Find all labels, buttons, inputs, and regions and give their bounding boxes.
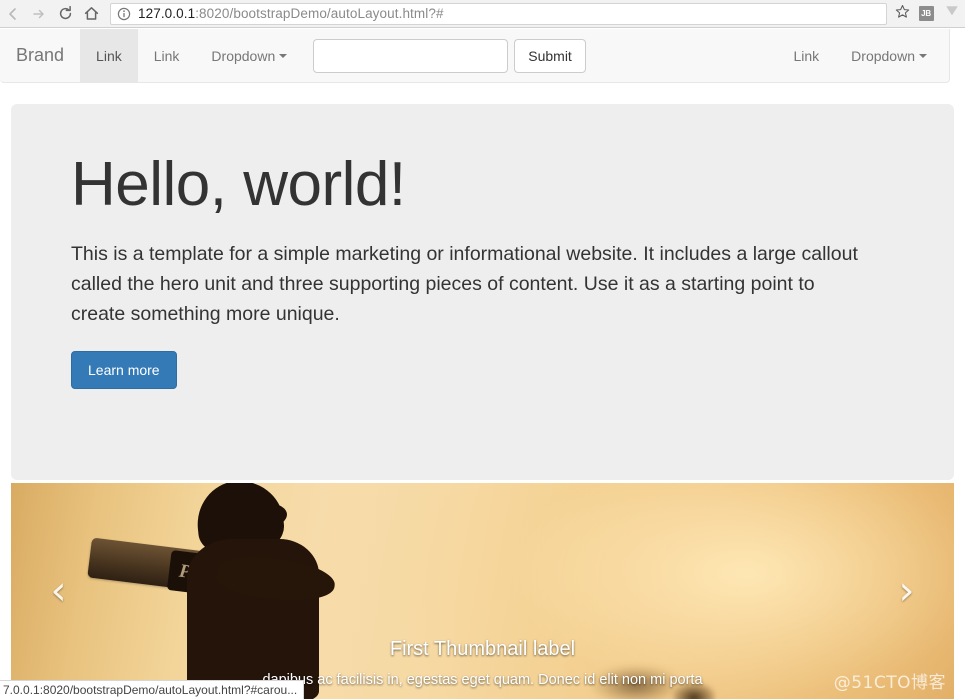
nav-item-label: Link	[153, 47, 180, 64]
url-path: :8020/bootstrapDemo/autoLayout.html?#	[195, 6, 444, 21]
extension-jetbrains-button[interactable]: JB	[913, 6, 939, 21]
search-input[interactable]	[313, 38, 509, 73]
address-bar-text: 127.0.0.1:8020/bootstrapDemo/autoLayout.…	[138, 6, 444, 21]
url-host: 127.0.0.1	[138, 6, 196, 21]
reload-button[interactable]	[52, 1, 78, 27]
nav-item-label: Link	[793, 47, 820, 64]
status-bar: 7.0.0.1:8020/bootstrapDemo/autoLayout.ht…	[0, 680, 305, 699]
jumbotron: Hello, world! This is a template for a s…	[11, 104, 954, 480]
scrollbar-gutter[interactable]	[954, 29, 965, 699]
nav-item-label: Dropdown	[211, 47, 276, 64]
nav-item-label: Dropdown	[851, 47, 915, 64]
bookmark-star-icon	[895, 4, 910, 24]
nav-item-link-1[interactable]: Link	[80, 29, 138, 82]
jumbotron-description: This is a template for a simple marketin…	[71, 243, 858, 326]
learn-more-button[interactable]: Learn more	[71, 351, 177, 390]
bookmark-button[interactable]	[891, 4, 913, 24]
back-button[interactable]	[0, 1, 26, 27]
home-icon	[83, 5, 100, 22]
chevron-right-icon: ›	[898, 568, 915, 614]
carousel-caption-title: First Thumbnail label	[389, 638, 576, 661]
watermark: @51CTO博客	[833, 673, 946, 693]
back-arrow-icon	[5, 6, 21, 22]
forward-button[interactable]	[26, 1, 52, 27]
jb-extension-icon: JB	[918, 6, 934, 21]
submit-button[interactable]: Submit	[514, 38, 586, 73]
forward-arrow-icon	[31, 6, 47, 22]
navbar-brand[interactable]: Brand	[0, 29, 80, 82]
nav-item-label: Link	[96, 47, 122, 64]
nav-item-link-2[interactable]: Link	[138, 29, 196, 82]
carousel: Penta ‹ › First Thumbnail label dapibus …	[11, 483, 954, 699]
reload-icon	[57, 5, 74, 22]
v-chevron-icon	[943, 2, 961, 25]
page-info-icon[interactable]	[117, 7, 131, 21]
chevron-down-icon	[919, 53, 927, 58]
page-viewport: Brand Link Link Dropdown Submit Link Dro…	[0, 29, 965, 699]
browser-chrome: 127.0.0.1:8020/bootstrapDemo/autoLayout.…	[0, 0, 965, 28]
home-button[interactable]	[78, 1, 104, 27]
address-bar[interactable]: 127.0.0.1:8020/bootstrapDemo/autoLayout.…	[110, 2, 887, 25]
navbar: Brand Link Link Dropdown Submit Link Dro…	[0, 29, 950, 83]
nav-item-dropdown-right[interactable]: Dropdown	[835, 29, 943, 82]
navbar-right-group: Link Dropdown	[777, 29, 949, 82]
nav-item-link-right[interactable]: Link	[777, 29, 835, 82]
extension-v-button[interactable]	[939, 2, 965, 25]
nav-item-dropdown-left[interactable]: Dropdown	[195, 29, 303, 82]
chevron-down-icon	[279, 53, 288, 58]
navbar-search-form: Submit	[313, 29, 586, 82]
chevron-left-icon: ‹	[50, 568, 67, 614]
page-title: Hello, world!	[71, 150, 406, 219]
